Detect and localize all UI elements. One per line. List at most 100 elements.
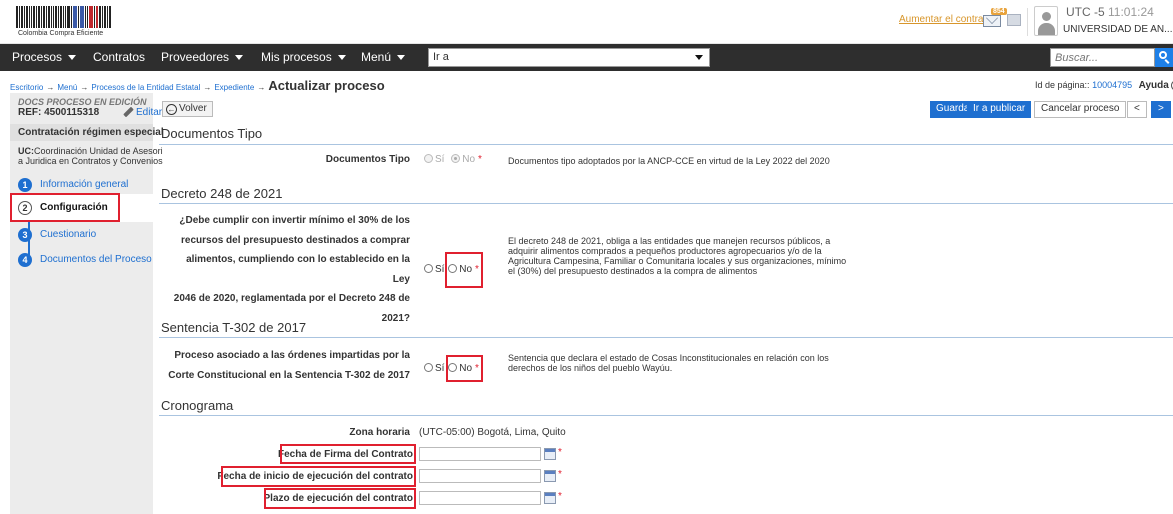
dropdown-arrow-icon bbox=[695, 55, 703, 60]
fecha-inicio-input[interactable] bbox=[419, 469, 541, 483]
goto-select-value: Ir a bbox=[433, 51, 449, 63]
publish-button[interactable]: Ir a publicar bbox=[967, 101, 1032, 118]
user-avatar[interactable] bbox=[1034, 6, 1058, 36]
chevron-down-icon bbox=[68, 55, 77, 61]
nav-contratos-label: Contratos bbox=[93, 50, 146, 64]
entity-name[interactable]: UNIVERSIDAD DE AN... bbox=[1063, 24, 1172, 35]
decreto-description: El decreto 248 de 2021, obliga a las ent… bbox=[508, 236, 846, 276]
decreto-question-line: recursos del presupuesto destinados a co… bbox=[181, 234, 410, 246]
section-documentos-tipo-title: Documentos Tipo bbox=[161, 126, 263, 141]
logo-text: Colombia Compra Eficiente bbox=[18, 30, 104, 37]
page-title: Actualizar proceso bbox=[268, 78, 385, 93]
calendar-icon[interactable] bbox=[544, 448, 556, 460]
documentos-tipo-radio-group: Sí No * bbox=[424, 154, 482, 165]
nav-mis-procesos[interactable]: Mis procesos bbox=[261, 50, 346, 64]
section-decreto-title: Decreto 248 de 2021 bbox=[161, 186, 283, 201]
calendar-icon[interactable] bbox=[544, 470, 556, 482]
documentos-tipo-no-radio[interactable] bbox=[451, 154, 461, 163]
previous-page-button[interactable]: < bbox=[1127, 101, 1147, 118]
sentencia-question: Proceso asociado a las órdenes impartida… bbox=[160, 346, 410, 385]
page-id-value[interactable]: 10004795 bbox=[1092, 80, 1132, 90]
utc-time: 11:01:24 bbox=[1108, 5, 1154, 19]
search-input[interactable] bbox=[1050, 48, 1155, 67]
nav-menu[interactable]: Menú bbox=[361, 50, 406, 64]
nav-contratos[interactable]: Contratos bbox=[93, 50, 145, 64]
decreto-radio-group: Sí No * bbox=[424, 264, 479, 275]
back-label: Volver bbox=[179, 103, 207, 114]
nav-proveedores[interactable]: Proveedores bbox=[161, 50, 244, 64]
decreto-question-line: ¿Debe cumplir con invertir mínimo el 30%… bbox=[179, 215, 410, 226]
step-label: Cuestionario bbox=[40, 229, 97, 240]
decreto-no-radio[interactable] bbox=[448, 264, 458, 273]
mail-icon bbox=[983, 15, 1001, 27]
required-mark: * bbox=[475, 264, 479, 275]
sentencia-description-line: Sentencia que declara el estado de Cosas… bbox=[508, 353, 829, 363]
required-mark: * bbox=[478, 154, 482, 165]
contract-regime: Contratación régimen especial bbox=[10, 124, 164, 141]
decreto-question: ¿Debe cumplir con invertir mínimo el 30%… bbox=[168, 211, 410, 329]
fecha-firma-label: Fecha de Firma del Contrato bbox=[277, 449, 413, 460]
fecha-firma-input[interactable] bbox=[419, 447, 541, 461]
required-mark: * bbox=[475, 363, 479, 374]
uc-line-1: Coordinación Unidad de Asesori bbox=[34, 146, 163, 156]
process-status: DOCS PROCESO EN EDICIÓN bbox=[18, 97, 147, 107]
required-mark: * bbox=[558, 491, 562, 502]
step-documentos-proceso[interactable]: 4 Documentos del Proceso bbox=[10, 246, 153, 274]
timezone-value: (UTC-05:00) Bogotá, Lima, Quito bbox=[419, 427, 566, 438]
header-divider bbox=[1027, 8, 1028, 36]
search-icon bbox=[1159, 51, 1167, 59]
breadcrumb-expediente[interactable]: Expediente bbox=[214, 83, 254, 92]
document-icon[interactable] bbox=[1007, 14, 1021, 26]
documentos-tipo-yes-radio[interactable] bbox=[424, 154, 433, 163]
edit-link[interactable]: Editar bbox=[123, 107, 162, 118]
avatar-head bbox=[1042, 12, 1051, 21]
calendar-icon[interactable] bbox=[544, 492, 556, 504]
help-link[interactable]: Ayuda? bbox=[1139, 80, 1173, 91]
plazo-input[interactable] bbox=[419, 491, 541, 505]
nav-proveedores-label: Proveedores bbox=[161, 50, 230, 64]
section-cronograma-title: Cronograma bbox=[161, 398, 234, 413]
required-mark: * bbox=[558, 447, 562, 458]
nav-mis-procesos-label: Mis procesos bbox=[261, 50, 332, 64]
step-cuestionario[interactable]: 3 Cuestionario bbox=[10, 221, 153, 249]
search-icon-handle bbox=[1164, 59, 1170, 64]
uc-label: UC: bbox=[18, 146, 34, 156]
back-button[interactable]: ← Volver bbox=[162, 101, 213, 117]
search-button[interactable] bbox=[1155, 48, 1173, 67]
breadcrumb-escritorio[interactable]: Escritorio bbox=[10, 83, 43, 92]
barcode-logo-icon bbox=[16, 6, 112, 28]
breadcrumb-separator: → bbox=[203, 83, 212, 92]
decreto-question-line: 2046 de 2020, reglamentada por el Decret… bbox=[173, 293, 410, 305]
nav-procesos[interactable]: Procesos bbox=[12, 50, 77, 64]
sentencia-radio-group: Sí No * bbox=[424, 363, 479, 374]
section-divider bbox=[159, 415, 1173, 416]
decreto-description-line: adquirir alimentos comprados a pequeños … bbox=[508, 246, 822, 256]
breadcrumb-procesos[interactable]: Procesos de la Entidad Estatal bbox=[91, 83, 200, 92]
step-configuracion[interactable]: 2 Configuración bbox=[10, 194, 153, 222]
contracting-unit: UC:Coordinación Unidad de Asesori a Juri… bbox=[18, 146, 163, 166]
mail-count-badge: 854 bbox=[991, 8, 1007, 15]
process-reference: REF: 4500115318 bbox=[18, 107, 100, 118]
uc-line-2: a Juridica en Contratos y Convenios bbox=[18, 156, 163, 166]
breadcrumb-menu[interactable]: Menú bbox=[57, 83, 77, 92]
messages-button[interactable]: 854 bbox=[983, 8, 1007, 27]
top-header: Colombia Compra Eficiente Aumentar el co… bbox=[0, 0, 1173, 44]
sentencia-description-line: derechos de los niños del pueblo Wayúu. bbox=[508, 363, 673, 373]
goto-select[interactable]: Ir a bbox=[428, 48, 710, 67]
nav-procesos-label: Procesos bbox=[12, 50, 63, 64]
decreto-yes-radio[interactable] bbox=[424, 264, 433, 273]
colombia-compra-logo[interactable]: Colombia Compra Eficiente bbox=[14, 6, 114, 40]
page-id-label: Id de página:: bbox=[1035, 80, 1090, 91]
step-number: 3 bbox=[18, 228, 32, 242]
decreto-description-line: Agricultura Campesina, Familiar o Comuni… bbox=[508, 256, 847, 266]
no-label: No bbox=[459, 363, 473, 374]
sentencia-yes-radio[interactable] bbox=[424, 363, 433, 372]
step-number: 4 bbox=[18, 253, 32, 267]
no-label: No bbox=[462, 154, 476, 165]
step-label: Información general bbox=[40, 179, 129, 190]
sentencia-no-radio[interactable] bbox=[448, 363, 458, 372]
chevron-down-icon bbox=[337, 55, 346, 61]
cancel-process-button[interactable]: Cancelar proceso bbox=[1034, 101, 1127, 118]
next-page-button[interactable]: > bbox=[1151, 101, 1171, 118]
nav-menu-label: Menú bbox=[361, 50, 392, 64]
